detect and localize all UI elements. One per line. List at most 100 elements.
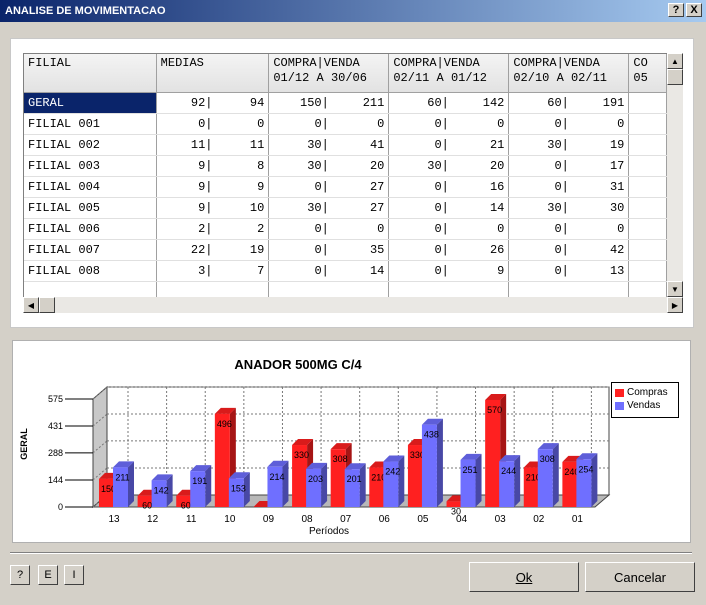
table-cell-overflow[interactable]: [628, 113, 667, 135]
horizontal-scrollbar[interactable]: ◀ ▶: [23, 297, 683, 313]
grid-table: FILIAL MEDIAS COMPRA|VENDA 01/12 A 30/06 COM…: [24, 54, 667, 303]
table-row[interactable]: FILIAL 003 9| 8 30| 20 30| 20 0| 17: [24, 155, 667, 177]
table-cell[interactable]: 30| 20: [268, 155, 390, 177]
table-cell-overflow[interactable]: [628, 218, 667, 240]
table-cell[interactable]: 30| 41: [268, 134, 390, 156]
table-cell[interactable]: 9| 9: [156, 176, 270, 198]
row-branch-name[interactable]: FILIAL 006: [24, 218, 157, 240]
table-row[interactable]: GERAL 92| 94 150| 211 60| 142 60| 191: [24, 92, 667, 114]
e-button[interactable]: E: [38, 565, 58, 585]
help-button[interactable]: ?: [10, 565, 30, 585]
table-cell-overflow[interactable]: [628, 239, 667, 261]
table-cell[interactable]: 11| 11: [156, 134, 270, 156]
table-cell[interactable]: 0| 16: [388, 176, 510, 198]
grid-panel: FILIAL MEDIAS COMPRA|VENDA 01/12 A 30/06 COM…: [10, 38, 694, 328]
data-label-vendas: 201: [347, 474, 362, 484]
horizontal-scroll-thumb[interactable]: [39, 297, 55, 313]
cell-compra: 30|: [547, 137, 569, 152]
table-cell[interactable]: 0| 0: [388, 218, 510, 240]
column-header[interactable]: FILIAL: [24, 54, 157, 93]
row-branch-name[interactable]: FILIAL 004: [24, 176, 157, 198]
table-row[interactable]: FILIAL 002 11| 11 30| 41 0| 21 30| 19: [24, 134, 667, 156]
i-button[interactable]: I: [64, 565, 84, 585]
table-cell[interactable]: 0| 14: [268, 260, 390, 282]
table-cell[interactable]: 92| 94: [156, 92, 270, 114]
table-cell[interactable]: 60| 191: [508, 92, 630, 114]
table-cell[interactable]: 0| 13: [508, 260, 630, 282]
cell-value-pair: 60| 191: [513, 96, 624, 110]
table-cell[interactable]: 30| 19: [508, 134, 630, 156]
x-tick-label: 01: [572, 514, 584, 525]
row-branch-name[interactable]: FILIAL 005: [24, 197, 157, 219]
cell-compra: 0|: [434, 200, 449, 215]
table-cell[interactable]: 0| 0: [268, 218, 390, 240]
scroll-left-button[interactable]: ◀: [23, 297, 39, 313]
chart-legend: Compras Vendas: [611, 382, 679, 418]
table-cell[interactable]: 0| 21: [388, 134, 510, 156]
table-cell[interactable]: 0| 31: [508, 176, 630, 198]
cell-value-pair: 60| 142: [393, 96, 504, 110]
table-cell-overflow[interactable]: [628, 176, 667, 198]
scroll-right-button[interactable]: ▶: [667, 297, 683, 313]
cell-value-pair: 30| 20: [273, 159, 384, 173]
table-cell[interactable]: 9| 8: [156, 155, 270, 177]
column-header[interactable]: COMPRA|VENDA 01/12 A 30/06: [268, 54, 390, 93]
row-branch-name[interactable]: FILIAL 002: [24, 134, 157, 156]
table-cell[interactable]: 0| 42: [508, 239, 630, 261]
table-cell[interactable]: 0| 35: [268, 239, 390, 261]
table-cell[interactable]: 3| 7: [156, 260, 270, 282]
cell-venda: 35: [369, 242, 385, 257]
scroll-up-button[interactable]: ▲: [667, 53, 683, 69]
table-row[interactable]: FILIAL 006 2| 2 0| 0 0| 0 0| 0: [24, 218, 667, 240]
table-row[interactable]: FILIAL 005 9| 10 30| 27 0| 14 30| 30: [24, 197, 667, 219]
row-branch-name[interactable]: FILIAL 008: [24, 260, 157, 282]
scroll-down-button[interactable]: ▼: [667, 281, 683, 297]
vertical-scroll-thumb[interactable]: [667, 69, 683, 85]
table-cell[interactable]: 0| 27: [268, 176, 390, 198]
table-cell[interactable]: 0| 17: [508, 155, 630, 177]
table-cell[interactable]: 150| 211: [268, 92, 390, 114]
table-cell[interactable]: 9| 10: [156, 197, 270, 219]
column-header[interactable]: CO 05: [628, 54, 667, 93]
column-header[interactable]: COMPRA|VENDA 02/11 A 01/12: [388, 54, 510, 93]
column-header[interactable]: MEDIAS: [156, 54, 270, 93]
table-cell[interactable]: 0| 0: [508, 113, 630, 135]
close-button[interactable]: X: [686, 3, 702, 17]
table-cell[interactable]: 30| 30: [508, 197, 630, 219]
table-cell-overflow[interactable]: [628, 197, 667, 219]
bar-compras: [485, 399, 501, 507]
table-cell[interactable]: 0| 0: [388, 113, 510, 135]
column-header[interactable]: COMPRA|VENDA 02/10 A 02/11: [508, 54, 630, 93]
table-row[interactable]: FILIAL 001 0| 0 0| 0 0| 0 0| 0: [24, 113, 667, 135]
row-branch-name[interactable]: GERAL: [24, 92, 157, 114]
help-title-button[interactable]: ?: [668, 3, 684, 17]
table-row[interactable]: FILIAL 008 3| 7 0| 14 0| 9 0| 13: [24, 260, 667, 282]
title-bar: ANALISE DE MOVIMENTACAO ? X: [0, 0, 706, 22]
cancel-button[interactable]: Cancelar: [585, 562, 695, 592]
ok-button[interactable]: Ok: [469, 562, 579, 592]
row-branch-name[interactable]: FILIAL 003: [24, 155, 157, 177]
row-branch-name[interactable]: FILIAL 001: [24, 113, 157, 135]
table-cell[interactable]: 60| 142: [388, 92, 510, 114]
table-cell[interactable]: 22| 19: [156, 239, 270, 261]
table-cell[interactable]: 2| 2: [156, 218, 270, 240]
data-grid[interactable]: FILIAL MEDIAS COMPRA|VENDA 01/12 A 30/06 COM…: [23, 53, 667, 311]
table-cell-overflow[interactable]: [628, 92, 667, 114]
table-cell[interactable]: 30| 20: [388, 155, 510, 177]
table-row[interactable]: FILIAL 007 22| 19 0| 35 0| 26 0| 42: [24, 239, 667, 261]
table-cell[interactable]: 0| 0: [156, 113, 270, 135]
table-cell[interactable]: 0| 0: [508, 218, 630, 240]
x-tick-label: 05: [417, 514, 429, 525]
table-cell[interactable]: 0| 26: [388, 239, 510, 261]
table-cell-overflow[interactable]: [628, 134, 667, 156]
vertical-scrollbar[interactable]: ▲ ▼: [667, 53, 683, 297]
row-branch-name[interactable]: FILIAL 007: [24, 239, 157, 261]
table-cell[interactable]: 0| 9: [388, 260, 510, 282]
table-row[interactable]: FILIAL 004 9| 9 0| 27 0| 16 0| 31: [24, 176, 667, 198]
table-cell[interactable]: 0| 14: [388, 197, 510, 219]
cell-compra: 92|: [190, 95, 213, 110]
table-cell[interactable]: 30| 27: [268, 197, 390, 219]
table-cell[interactable]: 0| 0: [268, 113, 390, 135]
table-cell-overflow[interactable]: [628, 260, 667, 282]
table-cell-overflow[interactable]: [628, 155, 667, 177]
